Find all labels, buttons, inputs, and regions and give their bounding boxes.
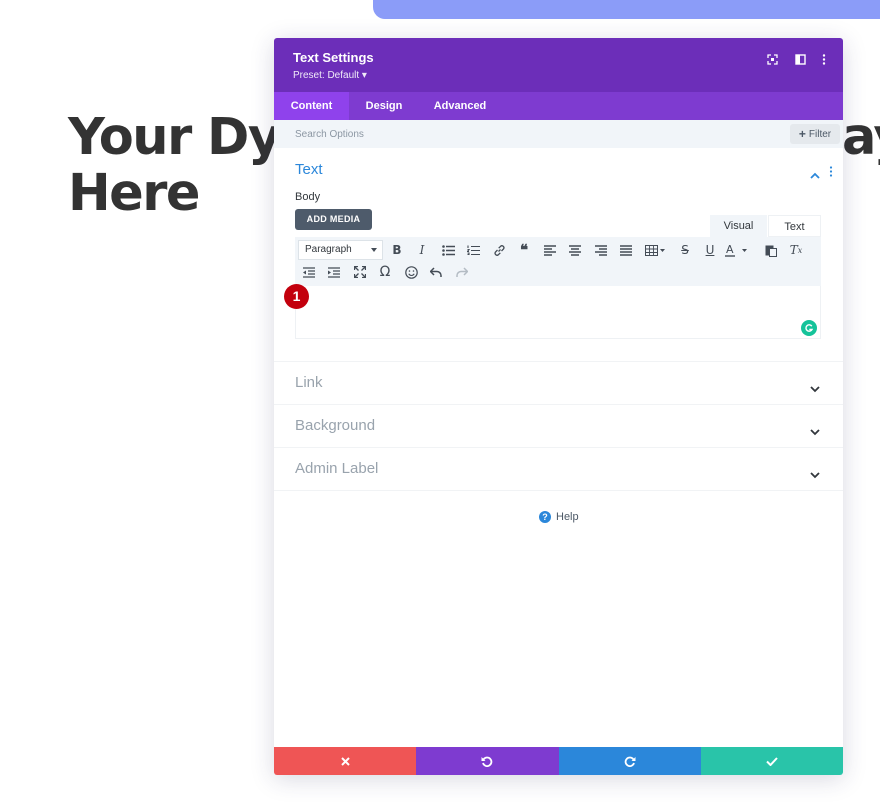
body-editor[interactable] — [295, 286, 821, 339]
close-icon — [340, 756, 350, 766]
align-right-icon[interactable] — [592, 241, 610, 259]
top-decorative-bar — [373, 0, 880, 19]
section-divider — [274, 404, 843, 405]
text-section-title[interactable]: Text — [295, 161, 323, 178]
undo-icon[interactable] — [427, 263, 445, 281]
italic-icon[interactable]: I — [413, 241, 431, 259]
section-divider — [274, 490, 843, 491]
modal-title: Text Settings — [293, 50, 374, 65]
tab-design[interactable]: Design — [349, 92, 419, 120]
section-divider — [274, 447, 843, 448]
fullscreen-icon[interactable] — [765, 52, 779, 66]
admin-label-section-title[interactable]: Admin Label — [295, 460, 378, 477]
editor-tab-visual[interactable]: Visual — [710, 215, 767, 237]
bold-icon[interactable]: B — [388, 241, 406, 259]
bullet-list-icon[interactable] — [439, 241, 457, 259]
background-section-title[interactable]: Background — [295, 417, 375, 434]
link-icon[interactable] — [490, 241, 508, 259]
link-section-title[interactable]: Link — [295, 374, 323, 391]
step-marker: 1 — [284, 284, 309, 309]
redo-icon — [624, 756, 636, 767]
underline-icon[interactable]: U — [701, 241, 719, 259]
section-divider — [274, 361, 843, 362]
align-justify-icon[interactable] — [617, 241, 635, 259]
format-select-value: Paragraph — [305, 244, 352, 255]
redo-icon[interactable] — [453, 263, 471, 281]
discard-button[interactable] — [274, 747, 417, 775]
checkmark-icon — [766, 756, 778, 766]
clear-formatting-icon[interactable]: Tx — [787, 241, 805, 259]
dropdown-arrow-icon — [371, 248, 377, 252]
tab-advanced[interactable]: Advanced — [419, 92, 501, 120]
format-select[interactable]: Paragraph — [298, 240, 383, 260]
editor-toolbar: Paragraph B I ❝ S U A T x Ω — [295, 237, 821, 286]
grammarly-icon[interactable] — [801, 320, 817, 336]
undo-button[interactable] — [416, 747, 559, 775]
text-settings-modal: Text Settings Preset: Default ▾ Content … — [274, 38, 843, 775]
filter-button[interactable]: + Filter — [790, 124, 840, 144]
undo-icon — [481, 756, 493, 767]
help-label: Help — [556, 511, 579, 523]
numbered-list-icon[interactable] — [464, 241, 482, 259]
section-kebab-icon[interactable] — [829, 164, 833, 182]
table-icon[interactable] — [643, 241, 667, 259]
save-button[interactable] — [700, 747, 843, 775]
blockquote-icon[interactable]: ❝ — [515, 241, 533, 259]
strikethrough-icon[interactable]: S — [676, 241, 694, 259]
search-row: + Filter — [274, 120, 843, 148]
chevron-down-icon[interactable] — [810, 423, 820, 441]
emoji-icon[interactable] — [402, 263, 420, 281]
chevron-up-icon[interactable] — [810, 166, 820, 184]
preset-dropdown[interactable]: Preset: Default ▾ — [293, 70, 367, 81]
split-view-icon[interactable] — [793, 52, 807, 66]
redo-button[interactable] — [558, 747, 701, 775]
svg-text:A: A — [726, 244, 734, 256]
paste-text-icon[interactable] — [762, 241, 780, 259]
filter-label: Filter — [808, 128, 832, 140]
help-icon: ? — [539, 511, 551, 523]
indent-icon[interactable] — [325, 263, 343, 281]
search-input[interactable] — [274, 120, 774, 148]
special-character-icon[interactable]: Ω — [376, 263, 394, 281]
help-link[interactable]: ? Help — [539, 511, 579, 523]
tab-content[interactable]: Content — [274, 92, 349, 120]
modal-footer — [274, 747, 843, 775]
chevron-down-icon[interactable] — [810, 380, 820, 398]
fullscreen-editor-icon[interactable] — [351, 263, 369, 281]
settings-tabs: Content Design Advanced — [274, 92, 843, 120]
kebab-menu-icon[interactable] — [817, 52, 831, 66]
plus-icon: + — [798, 127, 806, 141]
headline-line-1-right: ay — [842, 108, 880, 167]
editor-tab-text[interactable]: Text — [768, 215, 821, 237]
add-media-button[interactable]: ADD MEDIA — [295, 209, 372, 230]
outdent-icon[interactable] — [300, 263, 318, 281]
align-center-icon[interactable] — [566, 241, 584, 259]
align-left-icon[interactable] — [541, 241, 559, 259]
text-color-icon[interactable]: A — [724, 241, 750, 259]
chevron-down-icon[interactable] — [810, 466, 820, 484]
modal-header: Text Settings Preset: Default ▾ — [274, 38, 843, 92]
body-label: Body — [295, 191, 321, 203]
